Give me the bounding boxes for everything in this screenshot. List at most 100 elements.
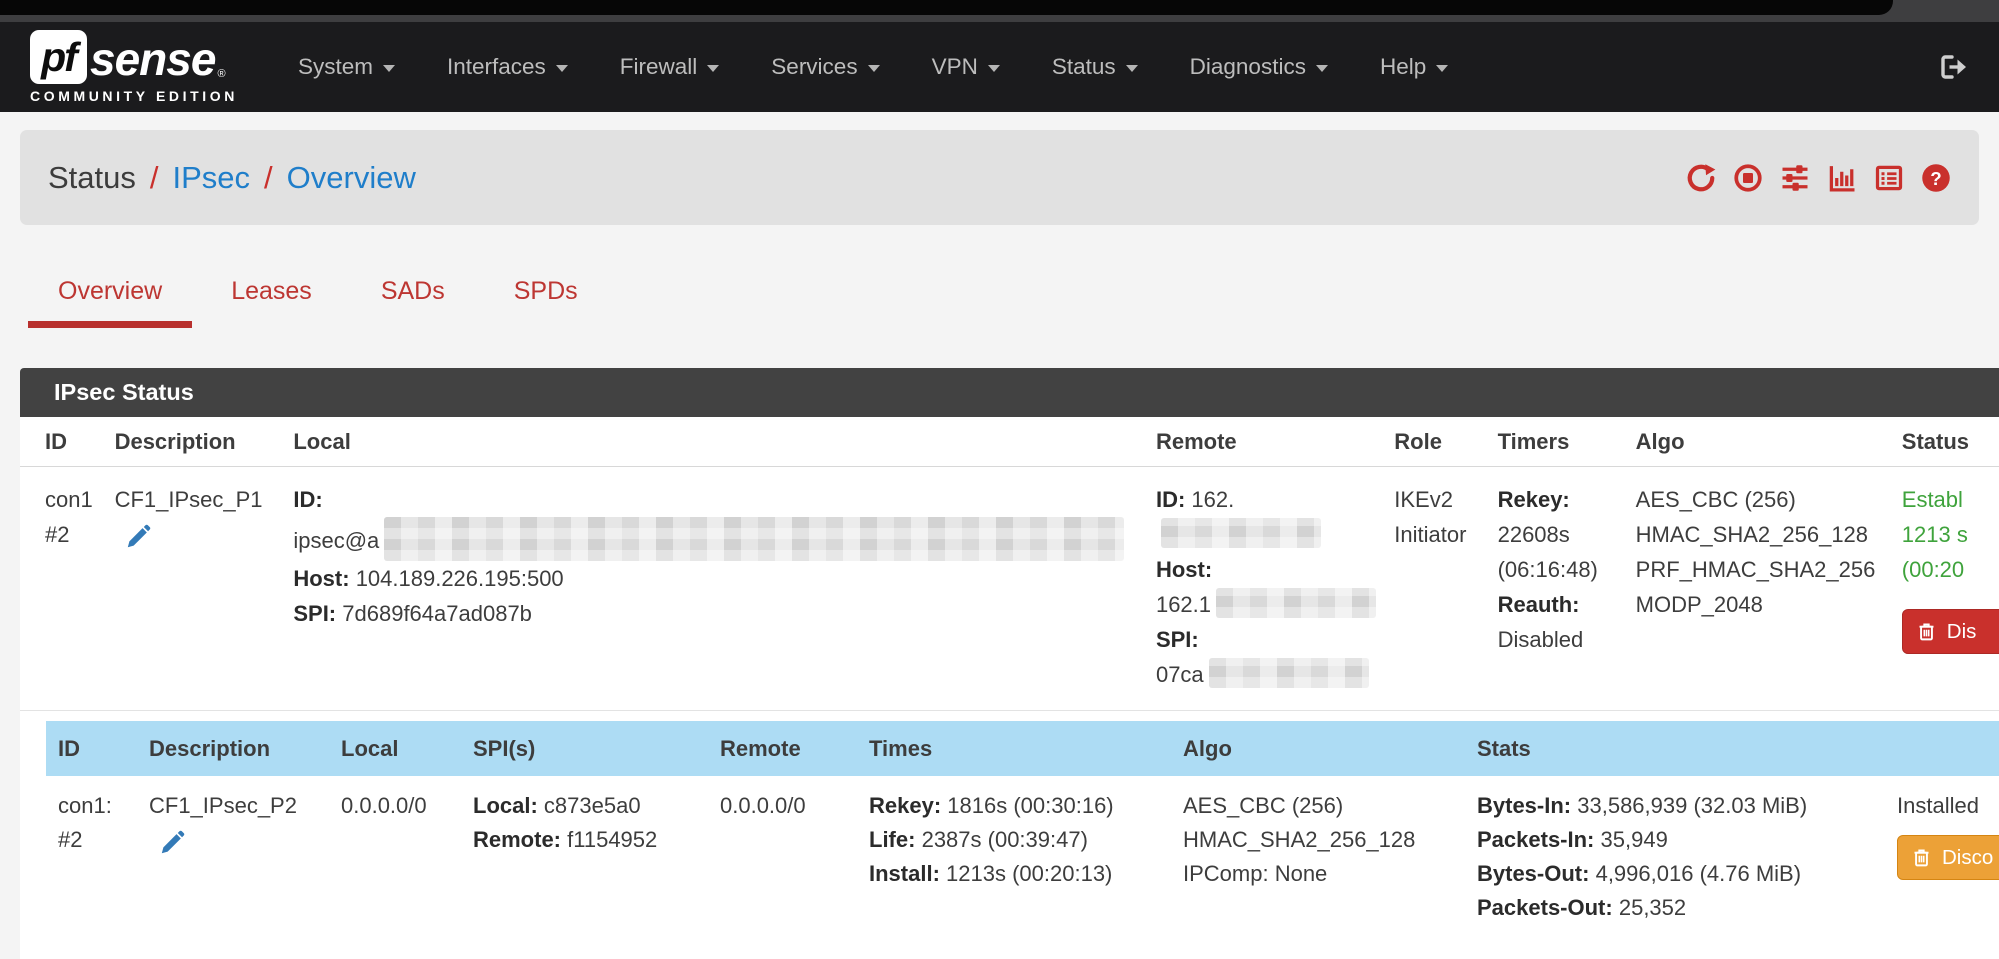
nav-menu: System Interfaces Firewall Services VPN … [272, 54, 1474, 80]
breadcrumb-separator: / [150, 160, 159, 196]
graph-icon[interactable] [1827, 163, 1857, 193]
nav-item-interfaces[interactable]: Interfaces [421, 54, 594, 80]
status-seconds: 1213 s [1902, 522, 1968, 547]
edit-pencil-icon[interactable] [125, 523, 152, 550]
p1-id-cell: con1 #2 [20, 482, 115, 692]
navbar: pf sense ® COMMUNITY EDITION System Inte… [0, 22, 1999, 112]
p1-role-cell: IKEv2 Initiator [1394, 482, 1497, 692]
chevron-down-icon [988, 65, 1000, 72]
nav-item-services[interactable]: Services [745, 54, 905, 80]
spi-local-value: c873e5a0 [544, 793, 641, 818]
disconnect-child-button-label: Disco [1942, 841, 1993, 875]
tab-bar: Overview Leases SADs SPDs [28, 277, 1979, 328]
refresh-icon[interactable] [1686, 163, 1716, 193]
p2-stats-cell: Bytes-In: 33,586,939 (32.03 MiB) Packets… [1465, 789, 1885, 925]
breadcrumb-overview-link[interactable]: Overview [287, 160, 416, 196]
tab-label: Leases [231, 277, 312, 305]
stat-bytes-out-label: Bytes-Out: [1477, 861, 1589, 886]
tab-leases[interactable]: Leases [201, 277, 342, 328]
remote-id-label: ID: [1156, 487, 1185, 512]
status-state: Establ [1902, 487, 1963, 512]
time-install-value: 1213s (00:20:13) [946, 861, 1112, 886]
redacted-local-id [384, 517, 1124, 561]
col-header-id: ID [20, 417, 115, 466]
breadcrumb-bar: Status / IPsec / Overview [20, 130, 1979, 225]
nav-item-label: Diagnostics [1190, 54, 1306, 80]
chevron-down-icon [1436, 65, 1448, 72]
redacted-remote-host [1216, 588, 1376, 618]
p2-id: con1: [58, 793, 112, 818]
remote-spi-value: 07ca [1156, 662, 1204, 687]
p1-remote-cell: ID: 162. Host: 162.1 SPI: 07ca [1156, 482, 1394, 692]
child-col-remote: Remote [708, 732, 857, 766]
chevron-down-icon [1316, 65, 1328, 72]
p2-algo-hmac: HMAC_SHA2_256_128 [1183, 827, 1415, 852]
col-header-algo: Algo [1636, 417, 1902, 466]
nav-item-label: VPN [932, 54, 978, 80]
reauth-value: Disabled [1498, 627, 1584, 652]
algo-enc: AES_CBC (256) [1636, 487, 1796, 512]
edit-pencil-icon[interactable] [159, 829, 186, 856]
stat-packets-out-label: Packets-Out: [1477, 895, 1613, 920]
breadcrumb: Status / IPsec / Overview [48, 160, 416, 196]
stat-bytes-in-value: 33,586,939 (32.03 MiB) [1577, 793, 1807, 818]
sliders-icon[interactable] [1780, 163, 1810, 193]
disconnect-button[interactable]: Dis [1902, 609, 1999, 654]
p2-local-cell: 0.0.0.0/0 [329, 789, 461, 925]
local-host-label: Host: [293, 566, 349, 591]
nav-item-label: Status [1052, 54, 1116, 80]
p2-description-cell: CF1_IPsec_P2 [137, 789, 329, 925]
remote-spi-label: SPI: [1156, 627, 1199, 652]
pfsense-logo[interactable]: pf sense ® COMMUNITY EDITION [30, 30, 238, 104]
nav-item-system[interactable]: System [272, 54, 421, 80]
nav-item-label: Firewall [620, 54, 698, 80]
sign-out-icon[interactable] [1937, 51, 1969, 83]
time-rekey-value: 1816s (00:30:16) [947, 793, 1113, 818]
time-install-label: Install: [869, 861, 940, 886]
nav-item-diagnostics[interactable]: Diagnostics [1164, 54, 1354, 80]
p2-algo-ipcomp: IPComp: None [1183, 861, 1327, 886]
time-life-value: 2387s (00:39:47) [922, 827, 1088, 852]
p1-local-cell: ID: ipsec@a Host: 104.189.226.195:500 SP… [293, 482, 1156, 692]
disconnect-child-button[interactable]: Disco [1897, 835, 1999, 880]
child-col-id: ID [46, 732, 137, 766]
p2-local-net: 0.0.0.0/0 [341, 793, 427, 818]
p2-id-cell: con1: #2 [46, 789, 137, 925]
chevron-down-icon [556, 65, 568, 72]
chevron-down-icon [1126, 65, 1138, 72]
local-id-value: ipsec@a [293, 528, 379, 553]
chevron-down-icon [868, 65, 880, 72]
col-header-status: Status [1902, 417, 1999, 466]
child-col-times: Times [857, 732, 1171, 766]
local-id-label: ID: [293, 487, 322, 512]
pfsense-logo-row: pf sense ® [30, 30, 238, 84]
nav-item-status[interactable]: Status [1026, 54, 1164, 80]
child-sa-table: ID Description Local SPI(s) Remote Times… [46, 721, 1999, 945]
parent-table-header: ID Description Local Remote Role Timers … [20, 417, 1999, 467]
table-row-p2: con1: #2 CF1_IPsec_P2 0.0.0.0/0 [46, 776, 1999, 945]
ipsec-status-panel: IPsec Status ID Description Local Remote… [20, 368, 1999, 959]
p2-algo-cell: AES_CBC (256) HMAC_SHA2_256_128 IPComp: … [1171, 789, 1465, 925]
p1-id-num: #2 [45, 522, 69, 547]
nav-item-help[interactable]: Help [1354, 54, 1474, 80]
stop-icon[interactable] [1733, 163, 1763, 193]
chevron-down-icon [383, 65, 395, 72]
nav-item-vpn[interactable]: VPN [906, 54, 1026, 80]
pfsense-logo-sense: sense [90, 34, 215, 84]
tab-spds[interactable]: SPDs [484, 277, 608, 328]
help-icon[interactable]: ? [1921, 163, 1951, 193]
redacted-remote-id [1161, 518, 1321, 548]
tab-overview[interactable]: Overview [28, 277, 192, 328]
trash-icon [1916, 620, 1937, 643]
breadcrumb-ipsec-link[interactable]: IPsec [173, 160, 251, 196]
nav-item-label: Help [1380, 54, 1426, 80]
p1-description-cell: CF1_IPsec_P1 [115, 482, 294, 692]
tab-sads[interactable]: SADs [351, 277, 475, 328]
nav-item-firewall[interactable]: Firewall [594, 54, 746, 80]
status-time: (00:20 [1902, 557, 1964, 582]
breadcrumb-actions: ? [1686, 163, 1951, 193]
p2-remote-cell: 0.0.0.0/0 [708, 789, 857, 925]
rekey-time: (06:16:48) [1498, 557, 1598, 582]
p2-id-num: #2 [58, 827, 82, 852]
log-icon[interactable] [1874, 163, 1904, 193]
